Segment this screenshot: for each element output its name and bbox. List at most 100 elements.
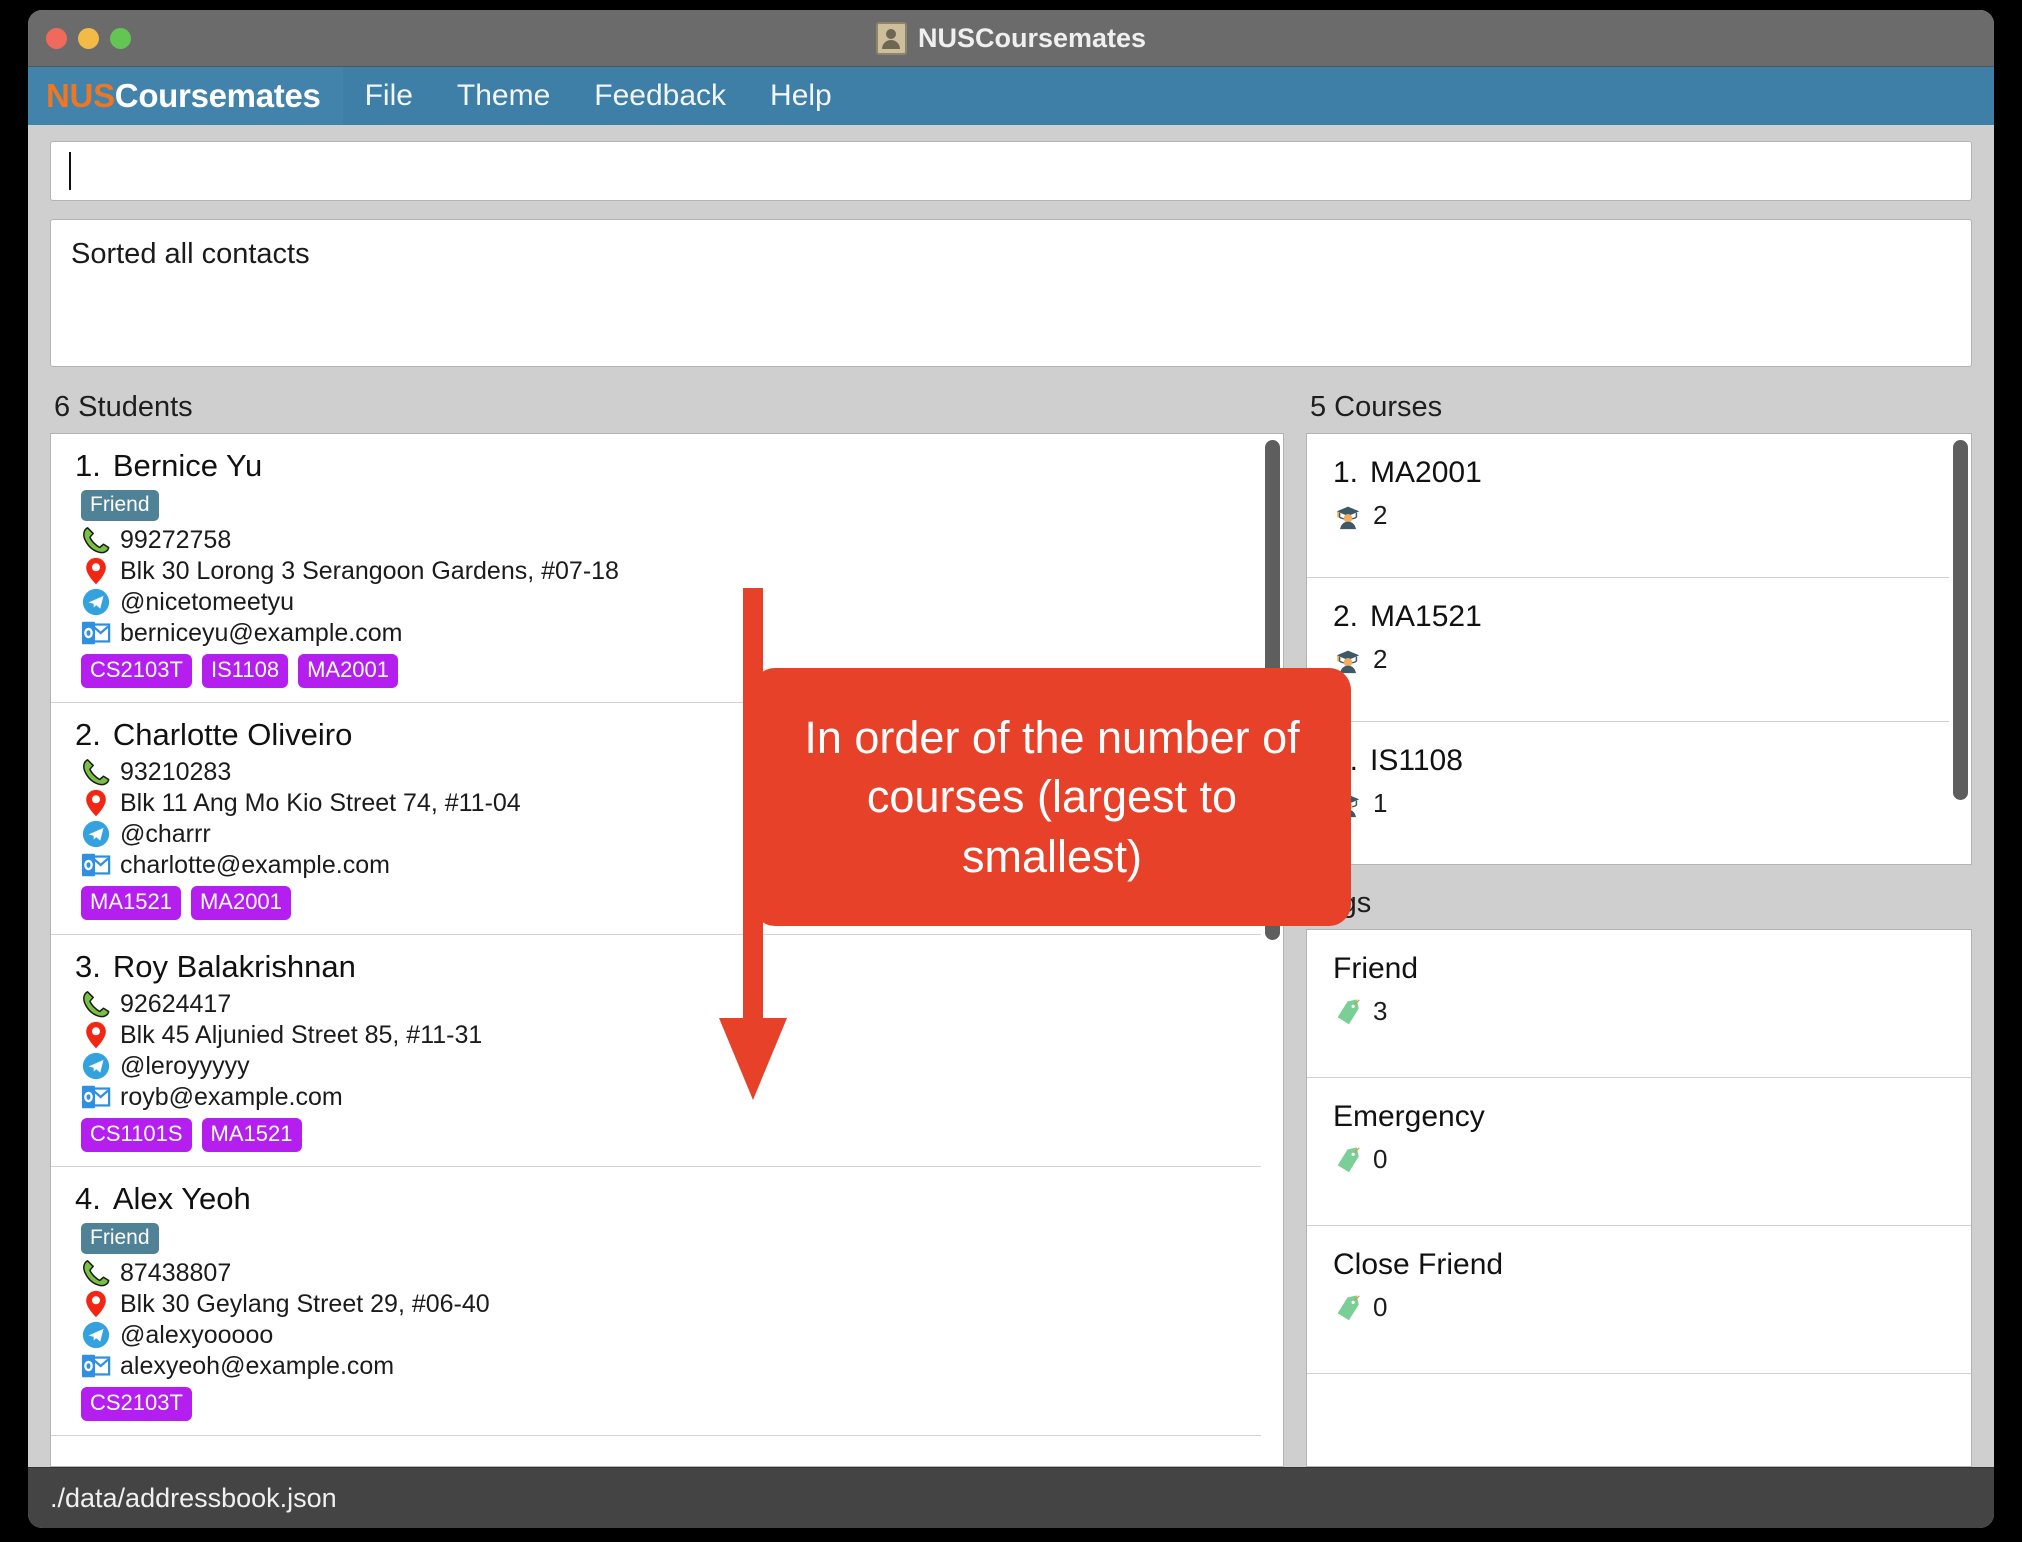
tag-card[interactable]: Emergency 0 [1307, 1078, 1971, 1226]
course-student-count-row: 2 [1333, 500, 1931, 531]
student-telegram-row: @alexyooooo [81, 1320, 1245, 1350]
email-icon [81, 621, 111, 645]
student-list-scrollbar[interactable] [1261, 434, 1283, 1466]
student-name-row: 1. Bernice Yu [75, 448, 1245, 484]
student-name: Roy Balakrishnan [112, 949, 356, 984]
menu-theme[interactable]: Theme [435, 67, 572, 125]
course-list-scrollbar[interactable] [1949, 434, 1971, 864]
course-student-count-row: 2 [1333, 644, 1931, 675]
telegram-icon [82, 588, 110, 616]
student-email-row: royb@example.com [81, 1082, 1245, 1112]
tag-list-container: Friend 3 Emergency 0 Close Friend 0 [1306, 929, 1972, 1467]
tag-icon [1337, 998, 1360, 1024]
course-name: MA1521 [1370, 600, 1482, 633]
course-chip[interactable]: IS1108 [201, 654, 289, 688]
student-email: berniceyu@example.com [120, 619, 403, 647]
student-index: 3. [75, 949, 101, 984]
telegram-icon [82, 1321, 110, 1349]
location-pin-icon [86, 1290, 106, 1318]
course-chip[interactable]: CS2103T [81, 654, 192, 688]
email-icon [81, 1354, 111, 1378]
menu-feedback[interactable]: Feedback [572, 67, 748, 125]
window-title-group: NUSCoursemates [28, 21, 1994, 55]
location-pin-icon [86, 557, 106, 585]
tag-list[interactable]: Friend 3 Emergency 0 Close Friend 0 [1307, 930, 1971, 1466]
student-icon [1336, 506, 1360, 529]
tag-icon [1337, 1294, 1360, 1320]
course-chip[interactable]: MA2001 [298, 654, 399, 688]
student-telegram: @alexyooooo [120, 1321, 274, 1349]
window-title: NUSCoursemates [917, 22, 1147, 53]
student-email-row: alexyeoh@example.com [81, 1351, 1245, 1381]
student-card[interactable]: 1. Bernice Yu Friend 99272758 Blk 30 Lorong … [51, 434, 1261, 703]
command-input[interactable] [50, 141, 1972, 201]
course-chip[interactable]: MA1521 [201, 1118, 302, 1152]
course-list-scroll-thumb[interactable] [1953, 440, 1968, 800]
course-title-row: 1. MA2001 [1333, 456, 1931, 490]
tag-card[interactable]: Close Friend 0 [1307, 1226, 1971, 1374]
tag-name-row: Emergency [1333, 1100, 1953, 1134]
course-card[interactable]: 2. MA1521 2 [1307, 578, 1949, 722]
menu-file[interactable]: File [343, 67, 435, 125]
phone-icon [83, 527, 110, 554]
course-card[interactable]: 1. MA2001 2 [1307, 434, 1949, 578]
student-email: charlotte@example.com [120, 851, 390, 879]
tags-pane-label: Tags [1306, 887, 1972, 929]
student-course-chips: CS1101S MA1521 [81, 1118, 1245, 1152]
student-phone-row: 92624417 [81, 989, 1245, 1019]
student-email: alexyeoh@example.com [120, 1352, 395, 1380]
courses-pane-label: 5 Courses [1310, 391, 1443, 423]
student-name: Charlotte Oliveiro [112, 717, 353, 752]
phone-icon [83, 759, 110, 786]
tag-count: 3 [1373, 996, 1388, 1026]
text-caret [69, 152, 71, 190]
email-icon [81, 853, 111, 877]
status-bar: ./data/addressbook.json [28, 1467, 1994, 1528]
student-name: Bernice Yu [112, 448, 263, 483]
course-chip[interactable]: CS2103T [81, 1387, 192, 1421]
student-card[interactable]: 4. Alex Yeoh Friend 87438807 Blk 30 Geylang … [51, 1167, 1261, 1436]
student-address: Blk 11 Ang Mo Kio Street 74, #11-04 [120, 789, 521, 817]
student-name-row: 4. Alex Yeoh [75, 1181, 1245, 1217]
status-file-path: ./data/addressbook.json [50, 1482, 337, 1513]
student-phone: 92624417 [120, 990, 232, 1018]
tag-count: 0 [1373, 1144, 1388, 1174]
tag-name-row: Close Friend [1333, 1248, 1953, 1282]
course-card[interactable]: 3.IS1108 1 [1307, 722, 1949, 864]
student-address-row: Blk 30 Lorong 3 Serangoon Gardens, #07-1… [81, 556, 1245, 586]
tag-card[interactable]: Friend 3 [1307, 930, 1971, 1078]
course-list[interactable]: 1. MA2001 2 2. MA1521 2 3.IS1108 1 [1307, 434, 1949, 864]
student-tag-badge[interactable]: Friend [81, 490, 159, 521]
student-tag-row: Friend [75, 488, 1245, 524]
course-index: 2. [1333, 600, 1359, 633]
student-phone: 99272758 [120, 526, 232, 554]
result-display-box: Sorted all contacts [50, 219, 1972, 367]
student-telegram: @charrr [120, 820, 211, 848]
student-address-row: Blk 45 Aljunied Street 85, #11-31 [81, 1020, 1245, 1050]
student-tag-row: Friend [75, 1221, 1245, 1257]
location-pin-icon [86, 789, 106, 817]
student-phone: 87438807 [120, 1259, 232, 1287]
student-tag-badge[interactable]: Friend [81, 1223, 159, 1254]
students-pane: 6 Students 1. Bernice Yu Friend 99272758 Blk… [50, 391, 1284, 1467]
student-name-row: 3. Roy Balakrishnan [75, 949, 1245, 985]
tag-name-row: Friend [1333, 952, 1953, 986]
student-telegram: @leroyyyyy [120, 1052, 250, 1080]
course-chip[interactable]: MA1521 [81, 886, 181, 920]
course-student-count: 2 [1373, 500, 1388, 530]
student-address-row: Blk 30 Geylang Street 29, #06-40 [81, 1289, 1245, 1319]
app-window: NUSCoursemates NUS Coursemates File Theme… [28, 10, 1994, 1528]
course-index: 1. [1333, 456, 1359, 489]
student-email: royb@example.com [120, 1083, 343, 1111]
course-chip[interactable]: CS1101S [81, 1118, 192, 1152]
menu-help[interactable]: Help [748, 67, 854, 125]
course-chip[interactable]: MA2001 [190, 886, 291, 920]
student-index: 2. [75, 717, 101, 752]
tag-name: Friend [1333, 952, 1419, 985]
student-card[interactable]: 3. Roy Balakrishnan 92624417 Blk 45 Aljunie… [51, 935, 1261, 1167]
telegram-icon [82, 820, 110, 848]
tag-count-row: 0 [1333, 1144, 1953, 1175]
tag-name: Close Friend [1333, 1248, 1504, 1281]
tag-count-row: 0 [1333, 1292, 1953, 1323]
student-list[interactable]: 1. Bernice Yu Friend 99272758 Blk 30 Lorong … [51, 434, 1261, 1466]
